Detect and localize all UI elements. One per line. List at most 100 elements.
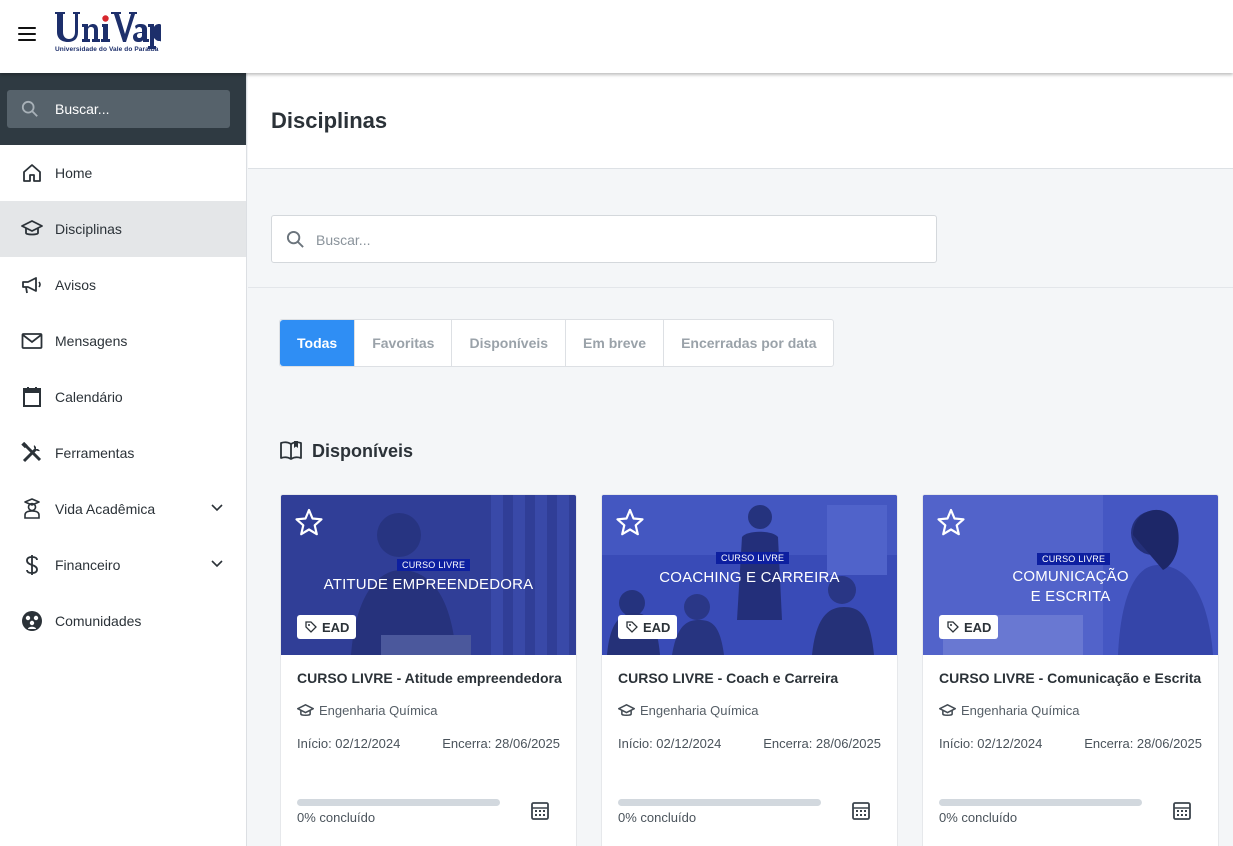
filter-tabs: Todas Favoritas Disponíveis Em breve Enc… <box>279 319 835 367</box>
logo-subtitle: Universidade do Vale do Paraíba <box>55 46 159 53</box>
favorite-star-icon[interactable] <box>293 507 325 539</box>
home-icon <box>21 162 43 184</box>
sidebar-item-mensagens[interactable]: Mensagens <box>0 313 246 369</box>
search-icon <box>286 230 304 248</box>
sidebar: Buscar... Home Disciplinas Avisos Mensag… <box>0 73 247 846</box>
progress-bar <box>939 799 1142 806</box>
search-input[interactable] <box>316 228 916 252</box>
progress-label: 0% concluído <box>297 810 376 825</box>
sidebar-search-area: Buscar... <box>0 73 246 145</box>
sidebar-item-label: Calendário <box>55 389 123 405</box>
progress-section: 0% concluído <box>297 799 500 825</box>
sidebar-item-vida-academica[interactable]: Vida Acadêmica <box>0 481 246 537</box>
top-bar: Universidade do Vale do Paraíba <box>0 0 1233 73</box>
tab-todas[interactable]: Todas <box>280 320 356 366</box>
course-dates: Início: 02/12/2024 Encerra: 28/06/2025 <box>939 736 1202 751</box>
open-book-icon <box>280 441 302 460</box>
course-program-label: Engenharia Química <box>319 703 438 718</box>
sidebar-item-ferramentas[interactable]: Ferramentas <box>0 425 246 481</box>
graduation-cap-icon <box>939 703 956 716</box>
tag-icon <box>947 621 959 633</box>
tag-icon <box>626 621 638 633</box>
section-title: Disponíveis <box>312 440 414 461</box>
main-content: Disciplinas Todas Favoritas Disponíveis … <box>248 73 1233 846</box>
sidebar-item-avisos[interactable]: Avisos <box>0 257 246 313</box>
progress-bar <box>618 799 821 806</box>
course-dates: Início: 02/12/2024 Encerra: 28/06/2025 <box>297 736 560 751</box>
tab-disponiveis[interactable]: Disponíveis <box>452 320 567 366</box>
search-band <box>248 169 1233 288</box>
end-date: Encerra: 28/06/2025 <box>1084 736 1202 751</box>
grades-calculator-icon[interactable] <box>851 801 871 821</box>
tab-favoritas[interactable]: Favoritas <box>355 320 453 366</box>
sidebar-item-label: Financeiro <box>55 557 121 573</box>
disciplinas-search-field[interactable] <box>271 215 937 263</box>
sidebar-item-disciplinas[interactable]: Disciplinas <box>0 201 246 257</box>
course-dates: Início: 02/12/2024 Encerra: 28/06/2025 <box>618 736 881 751</box>
progress-label: 0% concluído <box>939 810 1018 825</box>
course-card-image: CURSO LIVRE COMUNICAÇÃO E ESCRITA EAD <box>923 495 1218 655</box>
course-card-body: CURSO LIVRE - Coach e Carreira Engenhari… <box>602 670 897 751</box>
hamburger-menu-icon[interactable] <box>18 27 36 41</box>
sidebar-item-label: Mensagens <box>55 333 128 349</box>
course-image-title-line1: COMUNICAÇÃO <box>1012 568 1129 585</box>
course-card[interactable]: CURSO LIVRE COACHING E CARREIRA EAD CURS… <box>601 494 898 846</box>
start-date: Início: 02/12/2024 <box>618 736 722 751</box>
sidebar-item-comunidades[interactable]: Comunidades <box>0 593 246 649</box>
curso-livre-badge: CURSO LIVRE <box>1037 553 1111 565</box>
course-image-title: ATITUDE EMPREENDEDORA <box>323 576 534 593</box>
course-program: Engenharia Química <box>297 703 560 718</box>
favorite-star-icon[interactable] <box>614 507 646 539</box>
progress-bar <box>297 799 500 806</box>
sidebar-item-label: Home <box>55 165 93 181</box>
sidebar-item-financeiro[interactable]: Financeiro <box>0 537 246 593</box>
curso-livre-badge: CURSO LIVRE <box>716 552 790 564</box>
graduation-cap-icon <box>21 218 43 240</box>
sidebar-item-home[interactable]: Home <box>0 145 246 201</box>
sidebar-item-label: Disciplinas <box>55 221 122 237</box>
start-date: Início: 02/12/2024 <box>939 736 1043 751</box>
progress-section: 0% concluído <box>618 799 821 825</box>
sidebar-item-label: Ferramentas <box>55 445 135 461</box>
curso-livre-badge: CURSO LIVRE <box>397 559 471 571</box>
sidebar-search-input[interactable]: Buscar... <box>7 90 230 128</box>
progress-label: 0% concluído <box>618 810 697 825</box>
start-date: Início: 02/12/2024 <box>297 736 401 751</box>
course-title[interactable]: CURSO LIVRE - Coach e Carreira <box>618 670 881 686</box>
course-card[interactable]: CURSO LIVRE ATITUDE EMPREENDEDORA EAD CU… <box>280 494 577 846</box>
tools-icon <box>21 442 43 464</box>
graduation-cap-icon <box>297 703 314 716</box>
dollar-icon <box>21 554 43 576</box>
favorite-star-icon[interactable] <box>935 507 967 539</box>
course-title[interactable]: CURSO LIVRE - Atitude empreendedora <box>297 670 562 686</box>
student-icon <box>21 498 43 520</box>
end-date: Encerra: 28/06/2025 <box>763 736 881 751</box>
sidebar-item-label: Avisos <box>55 277 96 293</box>
course-card[interactable]: CURSO LIVRE COMUNICAÇÃO E ESCRITA EAD CU… <box>922 494 1219 846</box>
community-icon <box>21 610 43 632</box>
modality-badge: EAD <box>939 615 999 639</box>
course-card-image: CURSO LIVRE COACHING E CARREIRA EAD <box>602 495 897 655</box>
sidebar-search-label: Buscar... <box>55 101 110 117</box>
envelope-icon <box>21 330 43 352</box>
chevron-down-icon[interactable] <box>210 557 224 571</box>
course-program-label: Engenharia Química <box>640 703 759 718</box>
grades-calculator-icon[interactable] <box>1172 801 1192 821</box>
modality-badge: EAD <box>297 615 357 639</box>
graduation-cap-icon <box>618 703 635 716</box>
modality-label: EAD <box>964 619 992 635</box>
calendar-icon <box>21 386 43 408</box>
course-program: Engenharia Química <box>939 703 1202 718</box>
end-date: Encerra: 28/06/2025 <box>442 736 560 751</box>
chevron-down-icon[interactable] <box>210 501 224 515</box>
sidebar-item-calendario[interactable]: Calendário <box>0 369 246 425</box>
course-card-image: CURSO LIVRE ATITUDE EMPREENDEDORA EAD <box>281 495 576 655</box>
course-card-body: CURSO LIVRE - Comunicação e Escrita Enge… <box>923 670 1218 751</box>
course-image-title-line2: E ESCRITA <box>1030 588 1111 605</box>
tab-encerradas[interactable]: Encerradas por data <box>664 320 833 366</box>
grades-calculator-icon[interactable] <box>530 801 550 821</box>
page-header: Disciplinas <box>248 73 1233 169</box>
section-header: Disponíveis <box>279 440 413 462</box>
tab-em-breve[interactable]: Em breve <box>566 320 665 366</box>
course-title[interactable]: CURSO LIVRE - Comunicação e Escrita <box>939 670 1202 686</box>
